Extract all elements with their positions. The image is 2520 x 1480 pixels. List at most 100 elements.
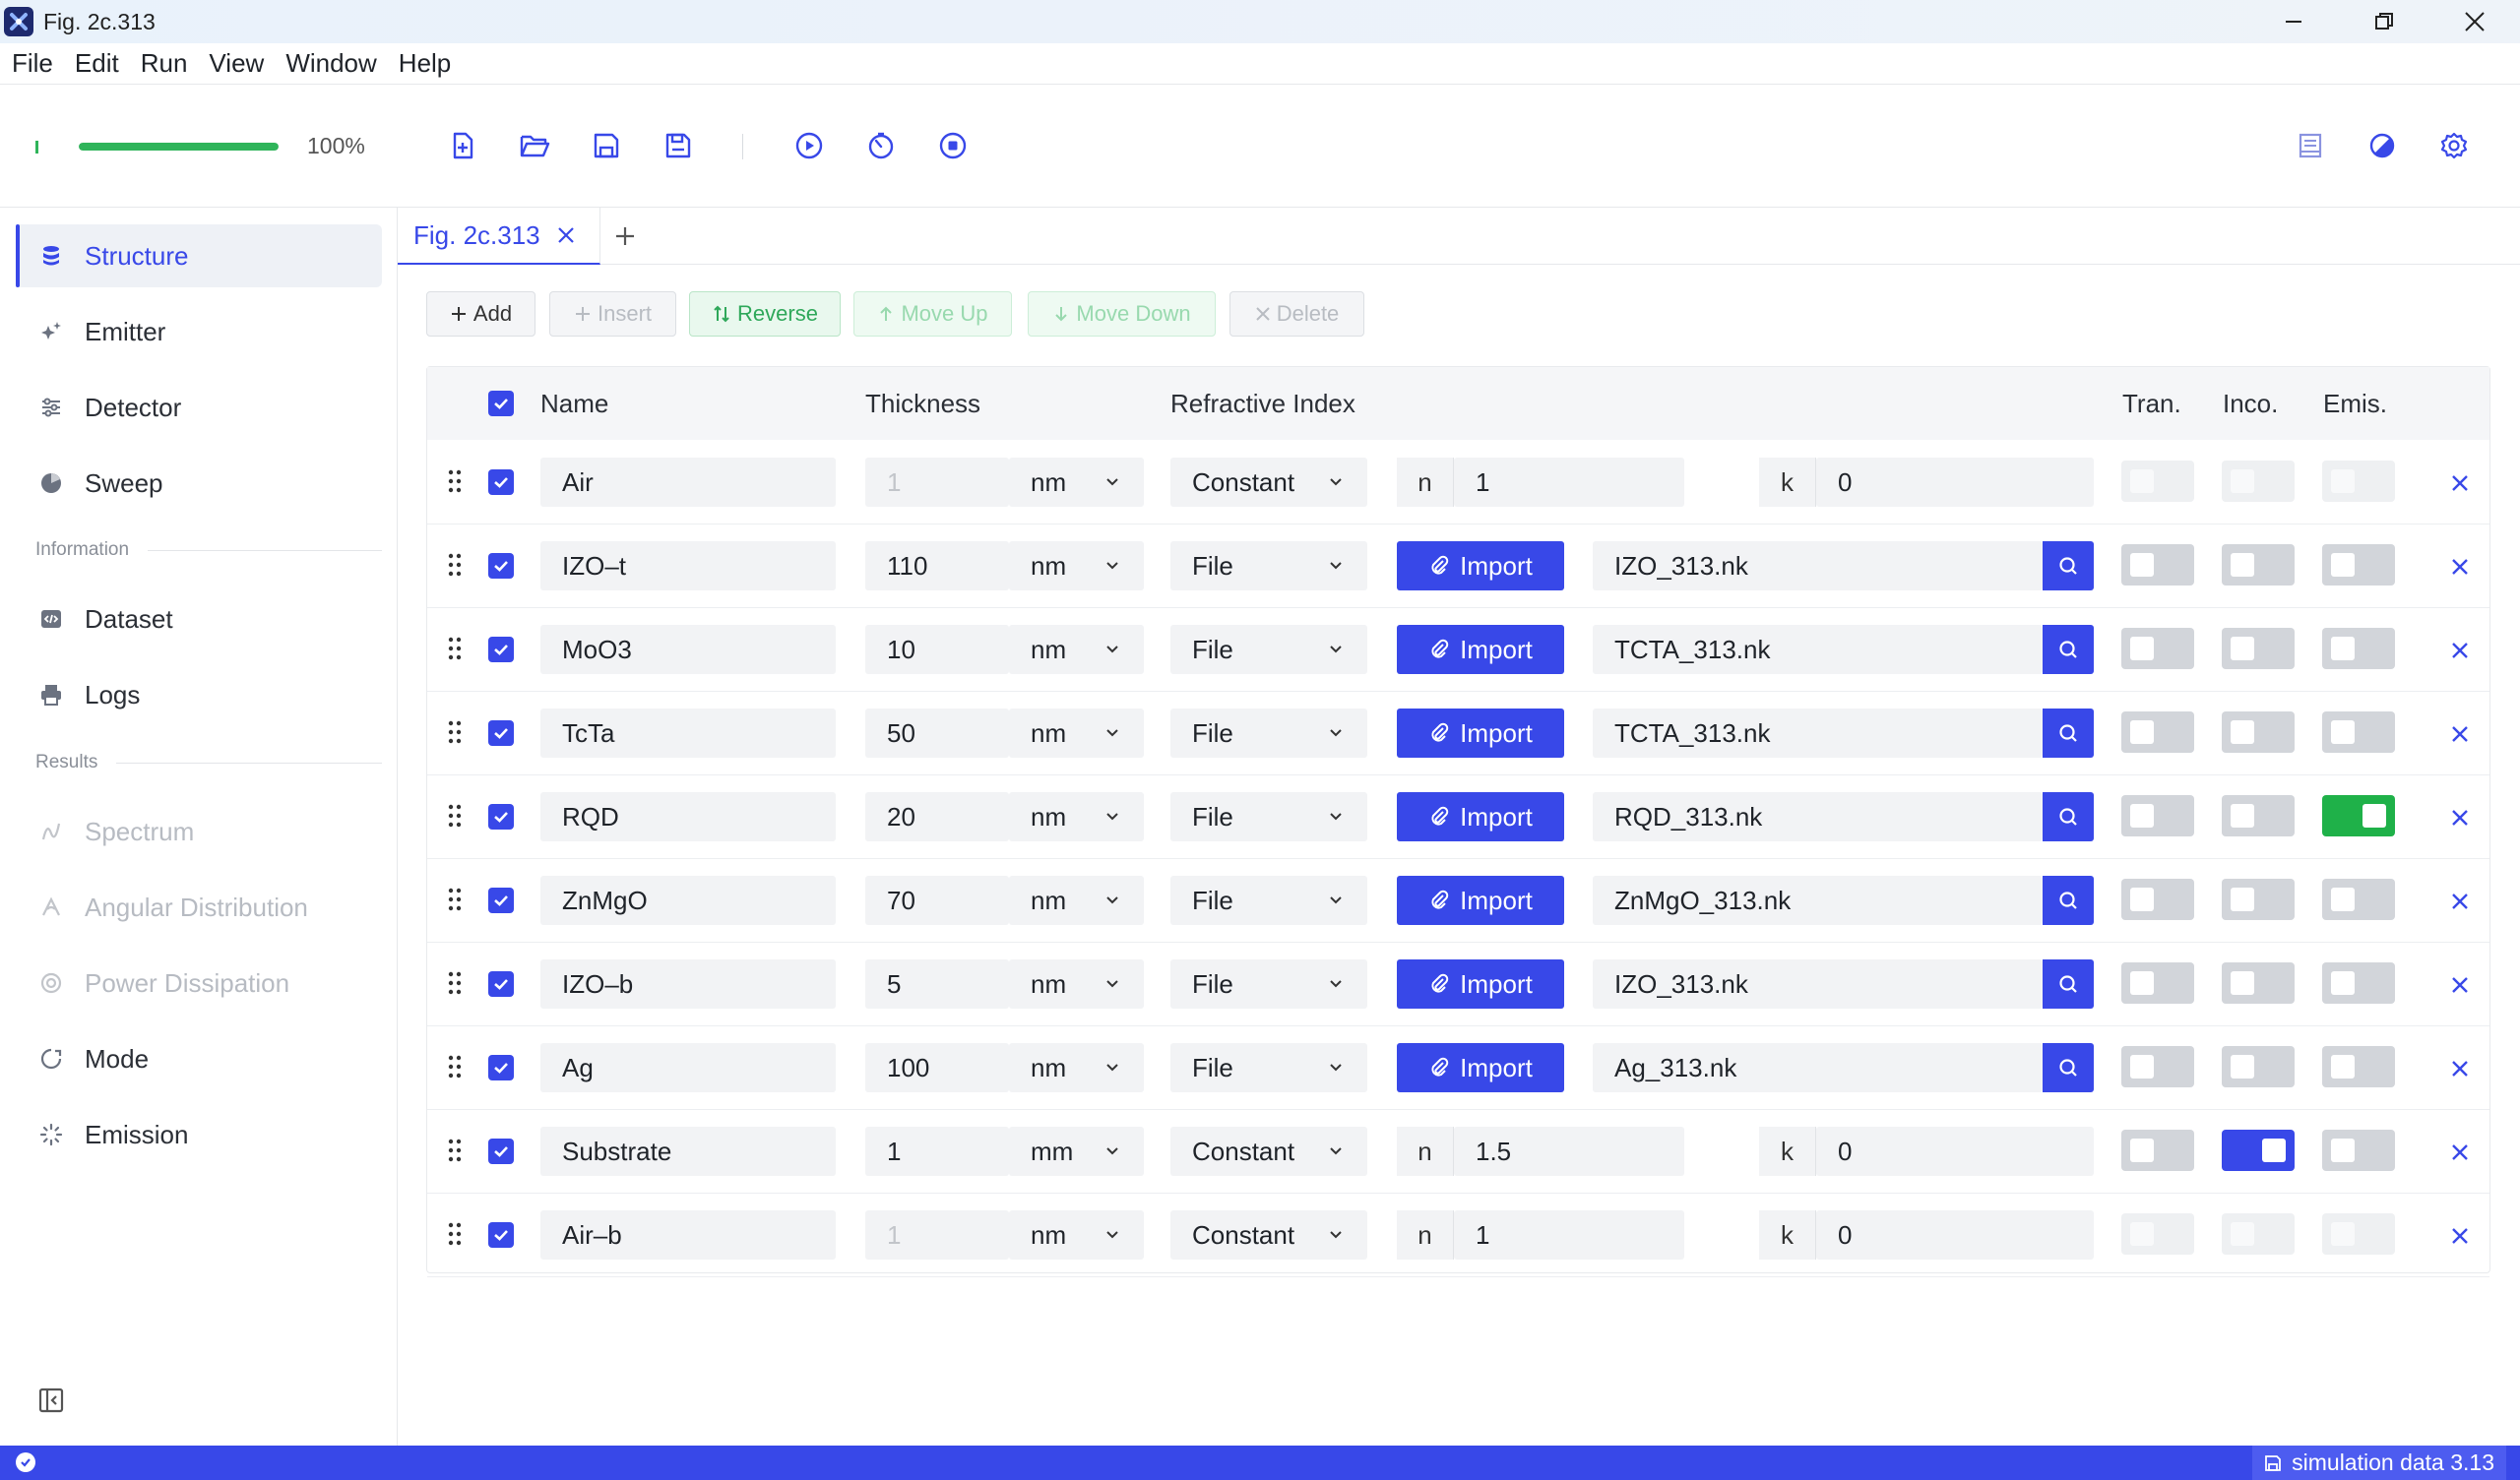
- layer-name-input[interactable]: IZO–t: [540, 541, 836, 590]
- index-type-select[interactable]: File: [1170, 625, 1367, 674]
- emis-toggle[interactable]: [2322, 1213, 2395, 1255]
- thickness-input[interactable]: 20: [865, 792, 1009, 841]
- layer-name-input[interactable]: Substrate: [540, 1127, 836, 1176]
- thickness-input[interactable]: 1: [865, 458, 1009, 507]
- drag-handle-icon[interactable]: [447, 969, 463, 997]
- settings-icon[interactable]: [2436, 128, 2472, 163]
- inco-toggle[interactable]: [2222, 628, 2295, 669]
- row-checkbox[interactable]: [488, 971, 514, 997]
- sidebar-item-structure[interactable]: Structure: [16, 224, 382, 287]
- sidebar-item-logs[interactable]: Logs: [16, 663, 382, 726]
- sidebar-item-spectrum[interactable]: Spectrum: [16, 800, 382, 863]
- thickness-input[interactable]: 1: [865, 1127, 1009, 1176]
- k-value-input[interactable]: 0: [1816, 458, 2094, 507]
- n-value-input[interactable]: 1.5: [1454, 1127, 1684, 1176]
- sidebar-item-angular-distribution[interactable]: Angular Distribution: [16, 876, 382, 939]
- index-type-select[interactable]: Constant: [1170, 1210, 1367, 1260]
- move-up-button[interactable]: Move Up: [853, 291, 1012, 337]
- browse-file-button[interactable]: [2043, 959, 2094, 1009]
- unit-select[interactable]: nm: [1009, 1043, 1144, 1092]
- menu-help[interactable]: Help: [399, 48, 451, 79]
- close-tab-icon[interactable]: [556, 225, 576, 245]
- n-value-input[interactable]: 1: [1454, 458, 1684, 507]
- add-tab-icon[interactable]: [612, 223, 638, 249]
- emis-toggle[interactable]: [2322, 879, 2395, 920]
- nk-file-input[interactable]: RQD_313.nk: [1593, 792, 2043, 841]
- layer-name-input[interactable]: RQD: [540, 792, 836, 841]
- unit-select[interactable]: nm: [1009, 541, 1144, 590]
- drag-handle-icon[interactable]: [447, 718, 463, 746]
- layer-name-input[interactable]: TcTa: [540, 709, 836, 758]
- emis-toggle[interactable]: [2322, 1046, 2395, 1087]
- tran-toggle[interactable]: [2121, 795, 2194, 836]
- row-checkbox[interactable]: [488, 1139, 514, 1164]
- emis-toggle[interactable]: [2322, 962, 2395, 1004]
- tran-toggle[interactable]: [2121, 461, 2194, 502]
- unit-select[interactable]: nm: [1009, 792, 1144, 841]
- inco-toggle[interactable]: [2222, 461, 2295, 502]
- timer-icon[interactable]: [863, 128, 899, 163]
- delete-row-icon[interactable]: [2450, 808, 2470, 828]
- delete-row-icon[interactable]: [2450, 1226, 2470, 1246]
- new-file-icon[interactable]: [445, 128, 480, 163]
- thickness-input[interactable]: 100: [865, 1043, 1009, 1092]
- browse-file-button[interactable]: [2043, 541, 2094, 590]
- delete-row-icon[interactable]: [2450, 1142, 2470, 1162]
- index-type-select[interactable]: Constant: [1170, 458, 1367, 507]
- sidebar-item-emission[interactable]: Emission: [16, 1103, 382, 1166]
- tran-toggle[interactable]: [2121, 962, 2194, 1004]
- delete-row-icon[interactable]: [2450, 892, 2470, 911]
- unit-select[interactable]: mm: [1009, 1127, 1144, 1176]
- inco-toggle[interactable]: [2222, 1130, 2295, 1171]
- tran-toggle[interactable]: [2121, 628, 2194, 669]
- row-checkbox[interactable]: [488, 888, 514, 913]
- emis-toggle[interactable]: [2322, 711, 2395, 753]
- emis-toggle[interactable]: [2322, 461, 2395, 502]
- browse-file-button[interactable]: [2043, 625, 2094, 674]
- row-checkbox[interactable]: [488, 469, 514, 495]
- row-checkbox[interactable]: [488, 553, 514, 579]
- open-folder-icon[interactable]: [517, 128, 552, 163]
- menu-run[interactable]: Run: [141, 48, 188, 79]
- row-checkbox[interactable]: [488, 1222, 514, 1248]
- layer-name-input[interactable]: ZnMgO: [540, 876, 836, 925]
- nk-file-input[interactable]: IZO_313.nk: [1593, 959, 2043, 1009]
- nk-file-input[interactable]: Ag_313.nk: [1593, 1043, 2043, 1092]
- index-type-select[interactable]: File: [1170, 959, 1367, 1009]
- theme-icon[interactable]: [2364, 128, 2400, 163]
- drag-handle-icon[interactable]: [447, 886, 463, 913]
- sidebar-item-dataset[interactable]: Dataset: [16, 587, 382, 650]
- inco-toggle[interactable]: [2222, 1213, 2295, 1255]
- emis-toggle[interactable]: [2322, 795, 2395, 836]
- unit-select[interactable]: nm: [1009, 1210, 1144, 1260]
- k-value-input[interactable]: 0: [1816, 1210, 2094, 1260]
- nk-file-input[interactable]: TCTA_313.nk: [1593, 709, 2043, 758]
- minimize-button[interactable]: [2248, 0, 2339, 43]
- delete-row-icon[interactable]: [2450, 724, 2470, 744]
- save-as-icon[interactable]: [661, 128, 696, 163]
- index-type-select[interactable]: Constant: [1170, 1127, 1367, 1176]
- menu-window[interactable]: Window: [285, 48, 376, 79]
- index-type-select[interactable]: File: [1170, 1043, 1367, 1092]
- save-icon[interactable]: [589, 128, 624, 163]
- move-down-button[interactable]: Move Down: [1028, 291, 1216, 337]
- row-checkbox[interactable]: [488, 637, 514, 662]
- thickness-input[interactable]: 10: [865, 625, 1009, 674]
- k-value-input[interactable]: 0: [1816, 1127, 2094, 1176]
- layer-name-input[interactable]: Ag: [540, 1043, 836, 1092]
- sidebar-item-emitter[interactable]: Emitter: [16, 300, 382, 363]
- collapse-sidebar-icon[interactable]: [37, 1387, 65, 1414]
- book-icon[interactable]: [2293, 128, 2328, 163]
- tran-toggle[interactable]: [2121, 879, 2194, 920]
- drag-handle-icon[interactable]: [447, 1053, 463, 1080]
- unit-select[interactable]: nm: [1009, 709, 1144, 758]
- add-button[interactable]: Add: [426, 291, 536, 337]
- row-checkbox[interactable]: [488, 720, 514, 746]
- layer-name-input[interactable]: Air–b: [540, 1210, 836, 1260]
- n-value-input[interactable]: 1: [1454, 1210, 1684, 1260]
- index-type-select[interactable]: File: [1170, 541, 1367, 590]
- delete-button[interactable]: Delete: [1229, 291, 1364, 337]
- import-button[interactable]: Import: [1397, 792, 1564, 841]
- layer-name-input[interactable]: MoO3: [540, 625, 836, 674]
- unit-select[interactable]: nm: [1009, 959, 1144, 1009]
